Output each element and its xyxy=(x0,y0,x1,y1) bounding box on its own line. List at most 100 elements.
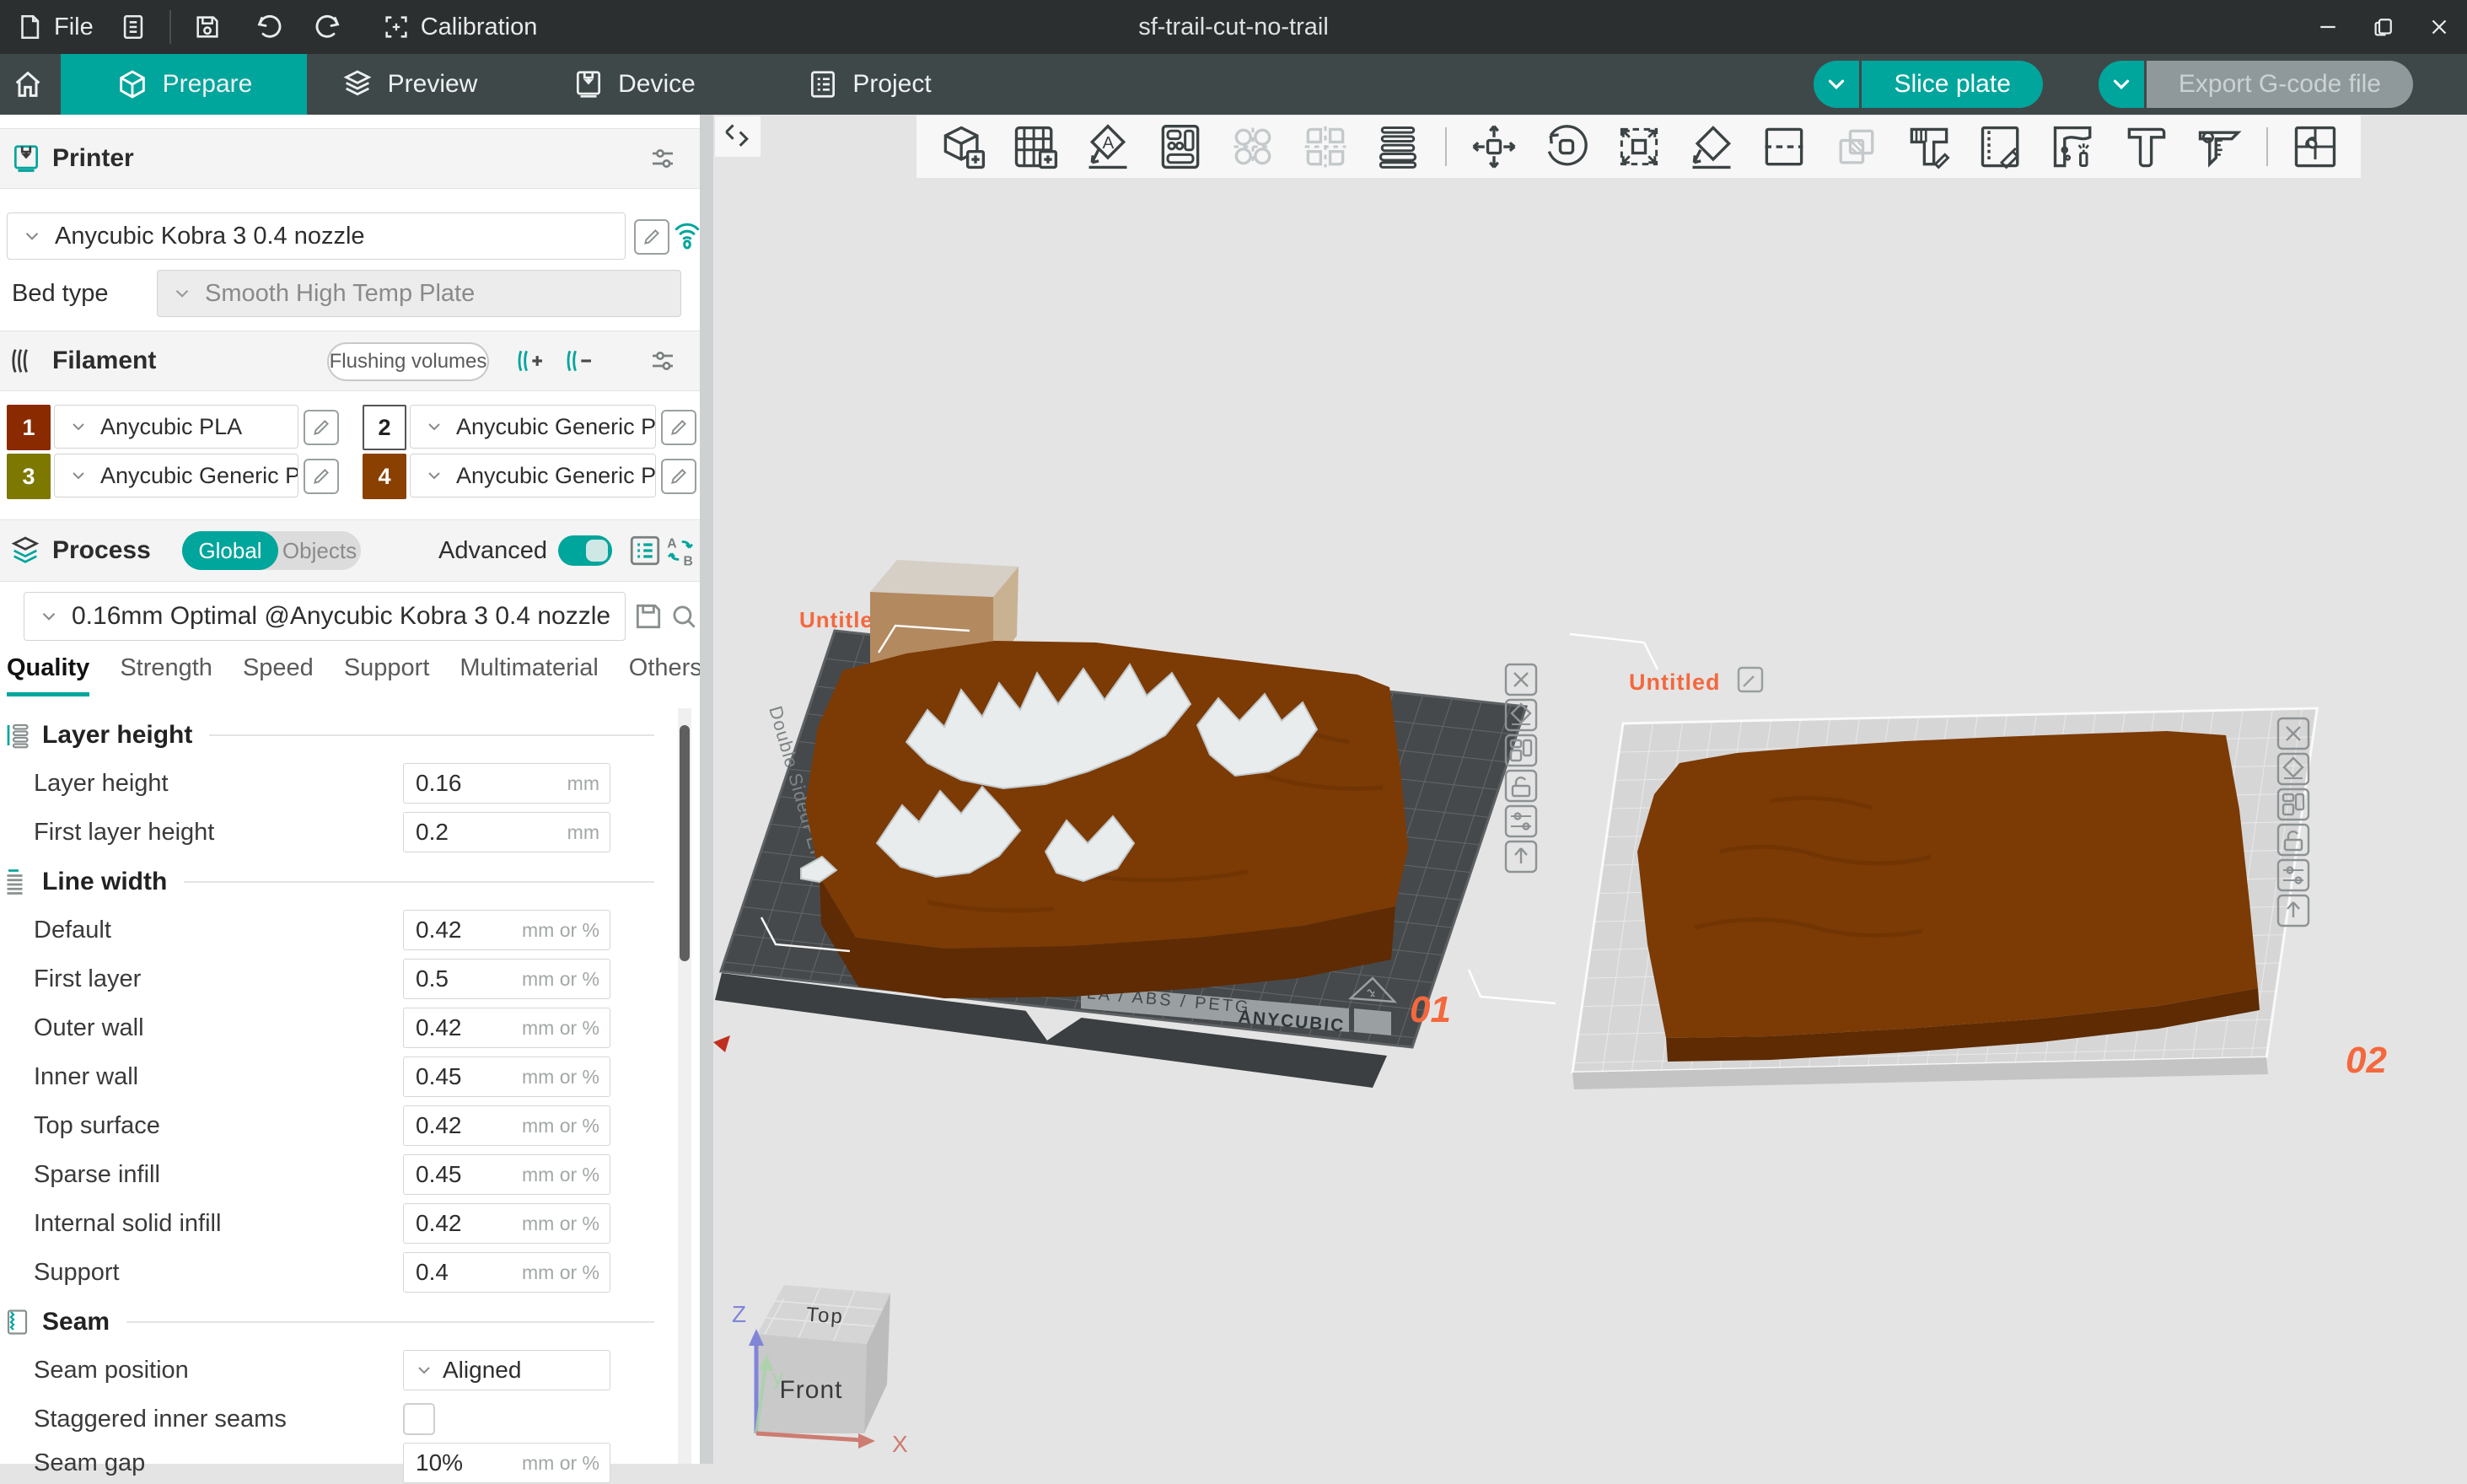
build-plate-02[interactable] xyxy=(1572,708,2317,1089)
plate-02-number: 02 xyxy=(2346,1040,2387,1081)
line-width-internal-solid-input[interactable]: 0.42mm or % xyxy=(403,1203,610,1244)
project-list-icon xyxy=(807,68,839,100)
tab-prepare[interactable]: Prepare xyxy=(61,54,307,115)
undo-button[interactable] xyxy=(244,0,293,54)
line-width-inner-wall-input[interactable]: 0.45mm or % xyxy=(403,1057,610,1097)
remove-filament-icon[interactable] xyxy=(562,344,595,378)
staggered-inner-seams-checkbox[interactable] xyxy=(403,1403,435,1435)
filament-3-color-chip[interactable]: 3 xyxy=(7,454,51,499)
layer-height-input[interactable]: 0.16mm xyxy=(403,763,610,804)
filament-4-number: 4 xyxy=(378,464,390,490)
chevron-down-icon xyxy=(1824,72,1849,97)
seam-position-select[interactable]: Aligned xyxy=(403,1350,610,1390)
printer-settings-icon[interactable] xyxy=(648,143,678,174)
tab-others[interactable]: Others xyxy=(629,654,702,692)
slice-plate-button[interactable]: Slice plate xyxy=(1862,61,2042,108)
edit-filament-4-button[interactable] xyxy=(661,459,696,494)
wifi-connection-icon[interactable] xyxy=(671,216,703,253)
plate-actions: Slice plate Export G-code file xyxy=(1814,61,2413,108)
line-width-outer-wall-input[interactable]: 0.42mm or % xyxy=(403,1008,610,1048)
home-button[interactable] xyxy=(0,54,56,115)
setting-row: First layer height 0.2mm xyxy=(0,811,666,853)
model-terrain-mountains[interactable] xyxy=(801,641,1408,998)
edit-printer-button[interactable] xyxy=(634,219,669,255)
calibration-menu[interactable]: Calibration xyxy=(367,0,553,54)
project-panel-button[interactable] xyxy=(109,0,158,54)
tab-speed[interactable]: Speed xyxy=(243,654,314,692)
sidebar-scrollbar[interactable] xyxy=(678,708,691,1464)
filament-1-select[interactable]: Anycubic PLA xyxy=(54,405,298,449)
filament-4-select[interactable]: Anycubic Generic P... xyxy=(410,454,656,497)
lock-plate-icon[interactable] xyxy=(1506,771,1536,801)
tab-strength[interactable]: Strength xyxy=(120,654,212,692)
line-width-top-surface-input[interactable]: 0.42mm or % xyxy=(403,1105,610,1146)
setting-label: Internal solid infill xyxy=(34,1210,221,1238)
process-preset-select[interactable]: 0.16mm Optimal @Anycubic Kobra 3 0.4 noz… xyxy=(24,592,626,641)
filament-4-color-chip[interactable]: 4 xyxy=(363,454,406,499)
edit-filament-3-button[interactable] xyxy=(304,459,339,494)
tab-quality[interactable]: Quality xyxy=(7,654,89,696)
printer-preset-select[interactable]: Anycubic Kobra 3 0.4 nozzle xyxy=(7,212,626,260)
scrollbar-thumb[interactable] xyxy=(680,725,690,961)
delete-plate-icon[interactable] xyxy=(1506,664,1536,695)
maximize-button[interactable] xyxy=(2356,0,2411,54)
first-layer-height-input[interactable]: 0.2mm xyxy=(403,812,610,852)
tab-preview[interactable]: Preview xyxy=(333,54,485,115)
home-icon xyxy=(11,67,45,101)
bed-type-select[interactable]: Smooth High Temp Plate xyxy=(157,270,681,317)
tab-support[interactable]: Support xyxy=(344,654,430,692)
navigation-cube[interactable]: Top Front Z y X xyxy=(732,1285,908,1457)
scope-objects[interactable]: Objects xyxy=(278,538,361,564)
file-menu[interactable]: File xyxy=(0,0,109,54)
tab-prepare-label: Prepare xyxy=(163,70,253,99)
slice-plate-dropdown[interactable] xyxy=(1814,61,1859,108)
tab-device[interactable]: Device xyxy=(563,54,705,115)
line-width-sparse-infill-input[interactable]: 0.45mm or % xyxy=(403,1154,610,1195)
search-preset-icon[interactable] xyxy=(668,600,700,632)
filament-1-color-chip[interactable]: 1 xyxy=(7,405,51,450)
move-plate-front-icon[interactable] xyxy=(1506,841,1536,872)
process-scope-toggle[interactable]: Global Objects xyxy=(182,531,361,570)
advanced-toggle[interactable] xyxy=(558,535,612,566)
setting-label: Inner wall xyxy=(34,1063,138,1091)
line-width-first-layer-input[interactable]: 0.5mm or % xyxy=(403,959,610,999)
edit-filament-2-button[interactable] xyxy=(661,410,696,445)
setting-label: Layer height xyxy=(34,770,169,798)
tab-multimaterial[interactable]: Multimaterial xyxy=(460,654,598,692)
compare-preset-icon[interactable]: AB xyxy=(663,533,698,568)
minimize-button[interactable] xyxy=(2300,0,2356,54)
setting-row: Default 0.42mm or % xyxy=(0,909,666,951)
parameter-list-icon[interactable] xyxy=(627,533,663,568)
setting-unit: mm or % xyxy=(522,919,599,942)
export-dropdown[interactable] xyxy=(2099,61,2144,108)
close-button[interactable] xyxy=(2411,0,2467,54)
line-width-default-input[interactable]: 0.42mm or % xyxy=(403,910,610,950)
scope-global[interactable]: Global xyxy=(182,531,278,570)
save-button[interactable] xyxy=(183,0,232,54)
setting-value: Aligned xyxy=(443,1357,610,1384)
viewport-3d-scene[interactable]: Untitled 02 PLA / ABS / PETG ANYCUBIC xyxy=(700,115,2467,1464)
model-terrain-flat[interactable] xyxy=(1637,731,2258,1038)
export-gcode-button[interactable]: Export G-code file xyxy=(2147,61,2413,108)
plate-settings-icon[interactable] xyxy=(1506,806,1536,836)
flushing-volumes-button[interactable]: Flushing volumes xyxy=(327,342,489,381)
filament-2-name: Anycubic Generic P... xyxy=(456,414,656,440)
filament-2-color-chip[interactable]: 2 xyxy=(363,405,406,450)
rename-plate-02-button[interactable] xyxy=(1739,668,1762,691)
seam-gap-input[interactable]: 10%mm or % xyxy=(403,1443,610,1483)
tab-project[interactable]: Project xyxy=(797,54,942,115)
filament-3-select[interactable]: Anycubic Generic P... xyxy=(54,454,298,497)
plate-02-name[interactable]: Untitled xyxy=(1629,669,1721,695)
filament-2-select[interactable]: Anycubic Generic P... xyxy=(410,405,656,449)
filament-settings-icon[interactable] xyxy=(648,346,678,376)
setting-value: 0.45 xyxy=(416,1063,522,1090)
edit-filament-1-button[interactable] xyxy=(304,410,339,445)
maximize-icon xyxy=(2371,14,2396,40)
line-width-support-input[interactable]: 0.4mm or % xyxy=(403,1252,610,1293)
setting-value: 0.42 xyxy=(416,1112,522,1139)
redo-button[interactable] xyxy=(304,0,353,54)
save-preset-icon[interactable] xyxy=(632,600,664,632)
group-divider xyxy=(126,1321,654,1323)
process-tab-bar: Quality Strength Speed Support Multimate… xyxy=(7,654,702,696)
add-filament-icon[interactable] xyxy=(513,344,546,378)
